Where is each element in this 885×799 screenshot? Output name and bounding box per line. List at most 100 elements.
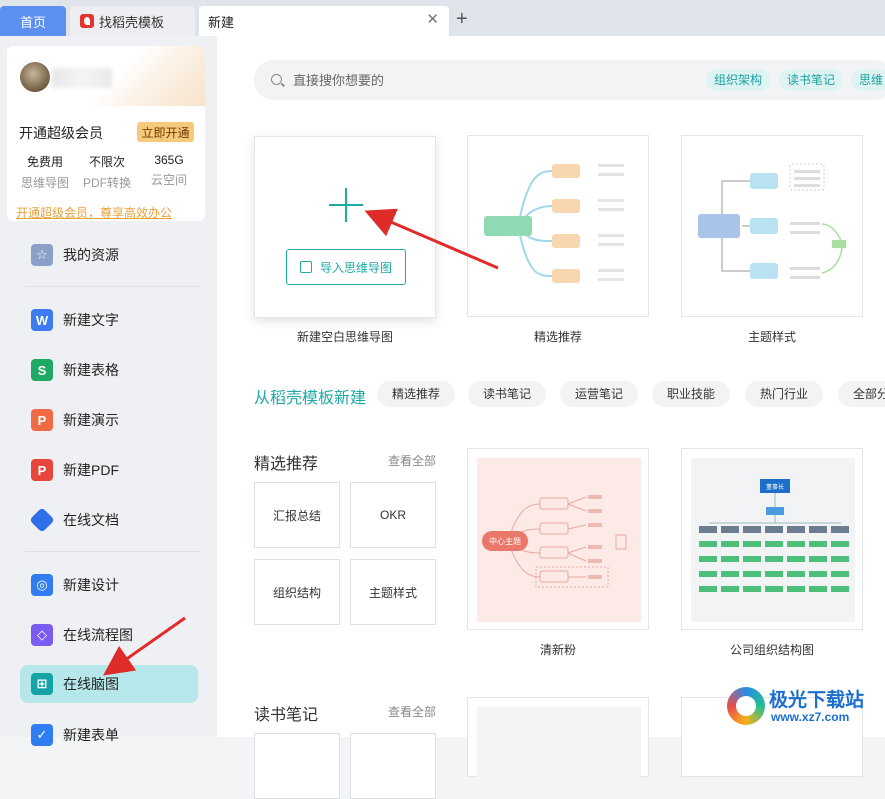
sidebar: 开通超级会员 立即开通 免费用思维导图 不限次 PDF转换 365G 云空间 开通超… <box>0 36 217 746</box>
tab-bar: 首页 找稻壳模板 新建 ✕ + <box>0 0 885 36</box>
tab-find-templates[interactable]: 找稻壳模板 <box>70 6 195 36</box>
template-card-org-chart[interactable]: 董事长 <box>681 448 863 630</box>
perk-label: PDF转换 <box>82 176 131 190</box>
perk-mindmap: 免费用 思维导图 <box>15 153 75 191</box>
center-topic-label: 中心主题 <box>489 536 521 546</box>
quick-template[interactable]: 主题样式 <box>350 559 436 625</box>
sidebar-item-label: 新建演示 <box>63 412 119 428</box>
p-slide-icon: P <box>31 409 53 431</box>
mindmap-preview <box>698 163 846 279</box>
sidebar-item-online-doc[interactable]: 在线文档 <box>20 501 198 539</box>
category-pill[interactable]: 精选推荐 <box>377 381 456 407</box>
plus-icon[interactable]: + <box>456 8 468 30</box>
w-doc-icon: W <box>31 309 53 331</box>
perk-value: 365G <box>154 153 184 167</box>
tab-find-label: 找稻壳模板 <box>99 14 165 30</box>
quick-template[interactable] <box>350 733 436 799</box>
template-thumbnail <box>477 707 641 777</box>
tab-new[interactable]: 新建 ✕ <box>199 6 449 36</box>
search-bar: 组织架构 读书笔记 思维 <box>254 60 885 100</box>
theme-card-caption: 主题样式 <box>747 330 796 344</box>
sidebar-item-new-form[interactable]: ✓ 新建表单 <box>20 716 198 754</box>
template-card[interactable] <box>467 697 649 777</box>
sidebar-item-new-slides[interactable]: P 新建演示 <box>20 401 198 439</box>
watermark-name: 极光下载站 <box>769 690 865 711</box>
perk-label: 云空间 <box>150 173 187 187</box>
import-label: 导入思维导图 <box>319 260 392 275</box>
star-icon: ☆ <box>31 244 53 266</box>
username-blurred <box>52 68 112 88</box>
template-thumbnail: 中心主题 <box>477 458 641 622</box>
category-pill[interactable]: 热门行业 <box>745 381 824 407</box>
org-card-caption: 公司组织结构图 <box>729 643 814 657</box>
plus-icon[interactable] <box>329 188 363 222</box>
style-card-theme[interactable] <box>681 135 863 317</box>
tab-home[interactable]: 首页 <box>0 6 66 36</box>
divider <box>25 551 200 552</box>
divider <box>25 286 200 287</box>
import-icon <box>299 261 312 273</box>
reading-title: 读书笔记 <box>254 707 319 724</box>
quick-template[interactable]: 汇报总结 <box>254 482 340 548</box>
form-icon: ✓ <box>31 724 53 746</box>
view-all-link[interactable]: 查看全部 <box>388 452 436 469</box>
template-section-title: 从稻壳模板新建 <box>254 390 367 407</box>
s-sheet-icon: S <box>31 359 53 381</box>
sidebar-item-mindmap[interactable]: ⊞ 在线脑图 <box>20 665 198 703</box>
quick-template[interactable]: OKR <box>350 482 436 548</box>
sidebar-item-new-design[interactable]: ◎ 新建设计 <box>20 566 198 604</box>
pdf-icon: P <box>31 459 53 481</box>
sidebar-item-flowchart[interactable]: ◇ 在线流程图 <box>20 616 198 654</box>
main-content: 组织架构 读书笔记 思维 导入思维导图 新建空白思维导图 精选推荐 <box>217 36 885 799</box>
sidebar-item-new-sheet[interactable]: S 新建表格 <box>20 351 198 389</box>
avatar[interactable] <box>20 62 50 92</box>
design-icon: ◎ <box>31 574 53 596</box>
category-pill[interactable]: 运营笔记 <box>560 381 639 407</box>
quick-template[interactable] <box>254 733 340 799</box>
template-thumbnail: 董事长 <box>691 458 855 622</box>
featured-title: 精选推荐 <box>254 456 319 473</box>
watermark-url: www.xz7.com <box>771 710 850 724</box>
vip-open-button[interactable]: 立即开通 <box>137 122 194 142</box>
view-all-link[interactable]: 查看全部 <box>388 703 436 720</box>
category-pill[interactable]: 全部分 <box>838 381 885 407</box>
sidebar-item-label: 新建表格 <box>63 362 119 378</box>
template-card-pink[interactable]: 中心主题 <box>467 448 649 630</box>
search-tag[interactable]: 组织架构 <box>706 69 771 91</box>
tab-home-label: 首页 <box>19 14 46 30</box>
sidebar-item-new-pdf[interactable]: P 新建PDF <box>20 451 198 489</box>
perk-label: 思维导图 <box>20 176 69 190</box>
perk-pdf: 不限次 PDF转换 <box>77 153 137 191</box>
tab-new-label: 新建 <box>208 14 235 30</box>
sidebar-item-label: 新建PDF <box>63 462 119 478</box>
search-input[interactable] <box>293 68 643 92</box>
vip-promo-link[interactable]: 开通超级会员，尊享高效办公 <box>16 204 172 221</box>
pink-card-caption: 清新粉 <box>539 643 576 657</box>
sidebar-item-label: 新建表单 <box>63 727 119 743</box>
close-icon[interactable]: ✕ <box>426 12 439 28</box>
sidebar-item-label: 新建文字 <box>63 312 119 328</box>
cloud-doc-icon <box>29 507 55 533</box>
category-pill[interactable]: 读书笔记 <box>468 381 547 407</box>
mindmap-preview <box>484 164 624 283</box>
watermark: 极光下载站 www.xz7.com <box>727 683 877 731</box>
search-icon <box>271 74 282 85</box>
quick-template[interactable]: 组织结构 <box>254 559 340 625</box>
featured-card-caption: 精选推荐 <box>533 330 582 344</box>
sidebar-item-my-resources[interactable]: ☆ 我的资源 <box>20 236 198 274</box>
vip-text: 开通超级会员 <box>19 125 103 141</box>
sidebar-item-label: 我的资源 <box>63 247 119 263</box>
sidebar-item-label: 在线脑图 <box>63 676 119 692</box>
perk-value: 免费用 <box>26 155 63 169</box>
search-tag[interactable]: 思维 <box>851 69 885 91</box>
import-mindmap-button[interactable]: 导入思维导图 <box>286 249 406 285</box>
perk-value: 不限次 <box>88 155 125 169</box>
docer-logo-icon <box>80 14 94 28</box>
category-pill[interactable]: 职业技能 <box>652 381 731 407</box>
style-card-featured[interactable] <box>467 135 649 317</box>
sidebar-item-new-doc[interactable]: W 新建文字 <box>20 301 198 339</box>
flowchart-icon: ◇ <box>31 624 53 646</box>
search-tag[interactable]: 读书笔记 <box>779 69 844 91</box>
sidebar-item-label: 在线文档 <box>63 512 119 528</box>
new-blank-mindmap-card[interactable]: 导入思维导图 <box>254 136 436 318</box>
